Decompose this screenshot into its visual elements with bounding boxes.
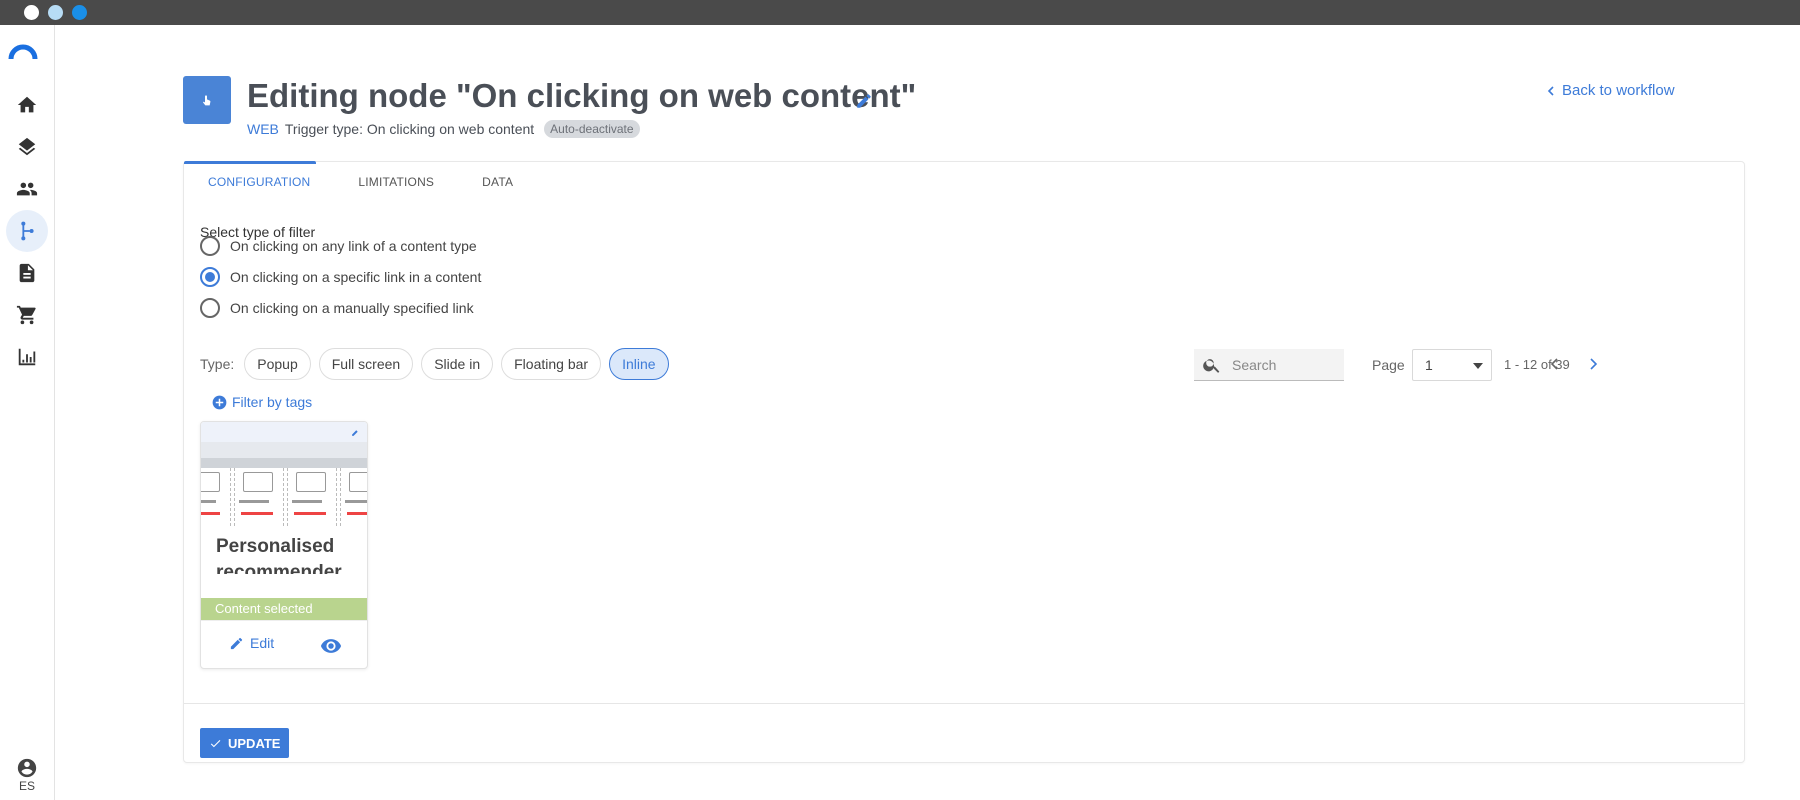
chip-popup[interactable]: Popup (244, 348, 311, 380)
previous-page-button[interactable] (1544, 353, 1566, 375)
chip-inline[interactable]: Inline (609, 348, 669, 380)
page-label: Page (1372, 357, 1405, 373)
content-selected-status: Content selected (201, 598, 367, 620)
page-title: Editing node "On clicking on web content… (247, 77, 917, 114)
caret-down-icon (1473, 363, 1483, 369)
pencil-icon (230, 637, 243, 649)
tab-configuration[interactable]: CONFIGURATION (184, 161, 334, 202)
back-to-workflow-link[interactable]: Back to workflow (1546, 82, 1675, 99)
page-select[interactable]: 1 (1412, 349, 1492, 381)
tab-limitations[interactable]: LIMITATIONS (334, 162, 458, 202)
document-icon (19, 263, 35, 283)
trigger-type-text: Trigger type: On clicking on web content (284, 121, 535, 137)
page-select-value: 1 (1425, 357, 1433, 373)
touch-icon (203, 95, 211, 106)
chevron-right-icon (1590, 358, 1598, 370)
edit-content-button[interactable]: Edit (229, 635, 274, 651)
radio-any-link[interactable] (200, 236, 220, 256)
edit-title-pencil-icon[interactable] (855, 92, 873, 110)
chip-slide-in[interactable]: Slide in (421, 348, 494, 380)
edit-label: Edit (250, 635, 275, 651)
chip-floating-bar[interactable]: Floating bar (501, 348, 602, 380)
back-link-label: Back to workflow (1562, 82, 1675, 99)
chip-full-screen[interactable]: Full screen (318, 348, 414, 380)
cart-icon (16, 305, 36, 325)
node-config-card: CONFIGURATION LIMITATIONS DATA Select ty… (183, 161, 1745, 763)
eye-icon (320, 639, 342, 653)
radio-specific-link[interactable] (200, 267, 220, 287)
content-type-filter: Type: Popup Full screen Slide in Floatin… (200, 348, 669, 380)
main-content: Editing node "On clicking on web content… (55, 25, 1800, 800)
sidebar-item-home[interactable] (6, 84, 48, 126)
bar-chart-icon (18, 348, 36, 366)
account-icon (17, 758, 37, 778)
auto-deactivate-badge: Auto-deactivate (544, 120, 640, 138)
radio-label: On clicking on a specific link in a cont… (230, 269, 482, 285)
search-field[interactable] (1194, 349, 1344, 381)
thumbnail-pencil-icon (352, 430, 358, 436)
check-icon (210, 739, 221, 747)
window-minimize-button[interactable] (48, 5, 63, 20)
sidebar: ES (0, 25, 55, 800)
sidebar-item-workflows[interactable] (6, 210, 48, 252)
radio-manual-link[interactable] (200, 298, 220, 318)
window-maximize-button[interactable] (72, 5, 87, 20)
content-card-title: Personalised recommender (216, 536, 342, 574)
sidebar-item-people[interactable] (6, 168, 48, 210)
user-menu[interactable]: ES (6, 757, 48, 793)
type-label: Type: (200, 356, 235, 372)
card-footer-divider (184, 703, 1744, 704)
filter-option-specific-link[interactable]: On clicking on a specific link in a cont… (200, 267, 481, 287)
sidebar-item-analytics[interactable] (6, 336, 48, 378)
content-card[interactable]: Personalised recommender Content selecte… (200, 421, 368, 669)
chevron-left-icon (1547, 85, 1554, 96)
brand-logo-icon[interactable] (8, 43, 38, 61)
content-thumbnail (201, 422, 367, 526)
next-page-button[interactable] (1582, 353, 1604, 375)
people-icon (16, 182, 38, 196)
filter-option-manual-link[interactable]: On clicking on a manually specified link (200, 298, 474, 318)
channel-tag: WEB (247, 121, 279, 137)
update-label: UPDATE (228, 735, 281, 751)
sidebar-item-documents[interactable] (6, 252, 48, 294)
radio-label: On clicking on a manually specified link (230, 300, 474, 316)
content-card-actions: Edit (201, 620, 367, 668)
filter-by-tags-label: Filter by tags (232, 394, 313, 410)
node-subtitle: WEB Trigger type: On clicking on web con… (247, 120, 640, 138)
search-icon (1203, 358, 1220, 373)
node-type-icon (183, 76, 231, 124)
filter-by-tags-link[interactable]: Filter by tags (212, 394, 312, 410)
filter-option-any-link[interactable]: On clicking on any link of a content typ… (200, 236, 477, 256)
plus-circle-icon (212, 395, 227, 409)
radio-label: On clicking on any link of a content typ… (230, 238, 477, 254)
language-label: ES (18, 779, 35, 793)
chevron-left-icon (1550, 358, 1558, 370)
window-close-button[interactable] (24, 5, 39, 20)
layers-icon (18, 137, 36, 156)
tab-bar: CONFIGURATION LIMITATIONS DATA (184, 161, 537, 202)
sidebar-item-layers[interactable] (6, 126, 48, 168)
update-button[interactable]: UPDATE (200, 728, 290, 758)
tab-data[interactable]: DATA (458, 162, 537, 202)
flow-icon (21, 221, 34, 241)
sidebar-item-cart[interactable] (6, 294, 48, 336)
preview-content-button[interactable] (319, 635, 343, 657)
home-icon (17, 96, 37, 113)
window-titlebar (0, 0, 1800, 25)
search-input[interactable] (1232, 356, 1332, 373)
